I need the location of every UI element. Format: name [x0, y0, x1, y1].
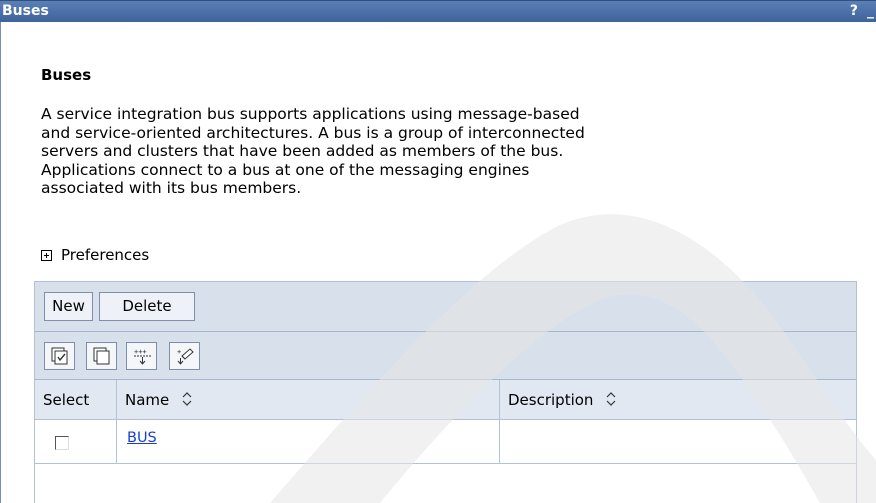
minimize-button[interactable]: _ [867, 3, 874, 19]
preferences-toggle[interactable]: Preferences [41, 246, 149, 264]
sort-icon[interactable] [182, 381, 192, 421]
column-label: Name [125, 391, 170, 409]
preferences-label: Preferences [61, 246, 150, 264]
window-title: Buses [2, 3, 49, 19]
column-header-name[interactable]: Name [117, 380, 500, 420]
delete-button[interactable]: Delete [99, 292, 195, 321]
expand-plus-icon [41, 249, 52, 261]
description-line: and service-oriented architectures. A bu… [41, 123, 585, 142]
show-filter-icon[interactable]: +++ [126, 342, 157, 370]
description-line: associated with its bus members. [41, 179, 302, 197]
svg-text:+: + [177, 348, 181, 356]
bus-name-link[interactable]: BUS [127, 430, 157, 446]
new-button[interactable]: New [44, 292, 93, 321]
description-line: A service integration bus supports appli… [41, 105, 580, 123]
button-bar: New Delete [35, 282, 856, 332]
icon-toolbar: +++ + [35, 332, 856, 380]
table-header: Select Name Description [35, 380, 856, 420]
row-select-checkbox[interactable] [55, 436, 69, 450]
bus-collection-panel: New Delete +++ + Select Name Description… [34, 281, 857, 503]
name-cell: BUS [117, 420, 500, 464]
page-description: A service integration bus supports appli… [41, 105, 841, 198]
select-cell [35, 420, 117, 464]
bus-table: Select Name Description BUS [35, 380, 856, 464]
description-line: Applications connect to a bus at one of … [41, 160, 530, 179]
window-left-border [0, 22, 1, 503]
page-heading: Buses [41, 66, 92, 84]
column-header-select: Select [35, 380, 117, 420]
help-button[interactable]: ? [850, 3, 858, 19]
column-label: Description [508, 391, 594, 409]
description-line: servers and clusters that have been adde… [41, 142, 564, 160]
column-label: Select [43, 391, 90, 409]
column-header-description[interactable]: Description [500, 380, 856, 420]
sort-icon[interactable] [606, 381, 616, 421]
table-row: BUS [35, 420, 856, 464]
deselect-all-icon[interactable] [86, 342, 117, 370]
clear-filter-icon[interactable]: + [169, 342, 200, 370]
select-all-icon[interactable] [44, 342, 75, 370]
window-titlebar: Buses ? _ [0, 0, 876, 22]
svg-text:+++: +++ [134, 348, 147, 356]
description-cell [500, 420, 856, 464]
